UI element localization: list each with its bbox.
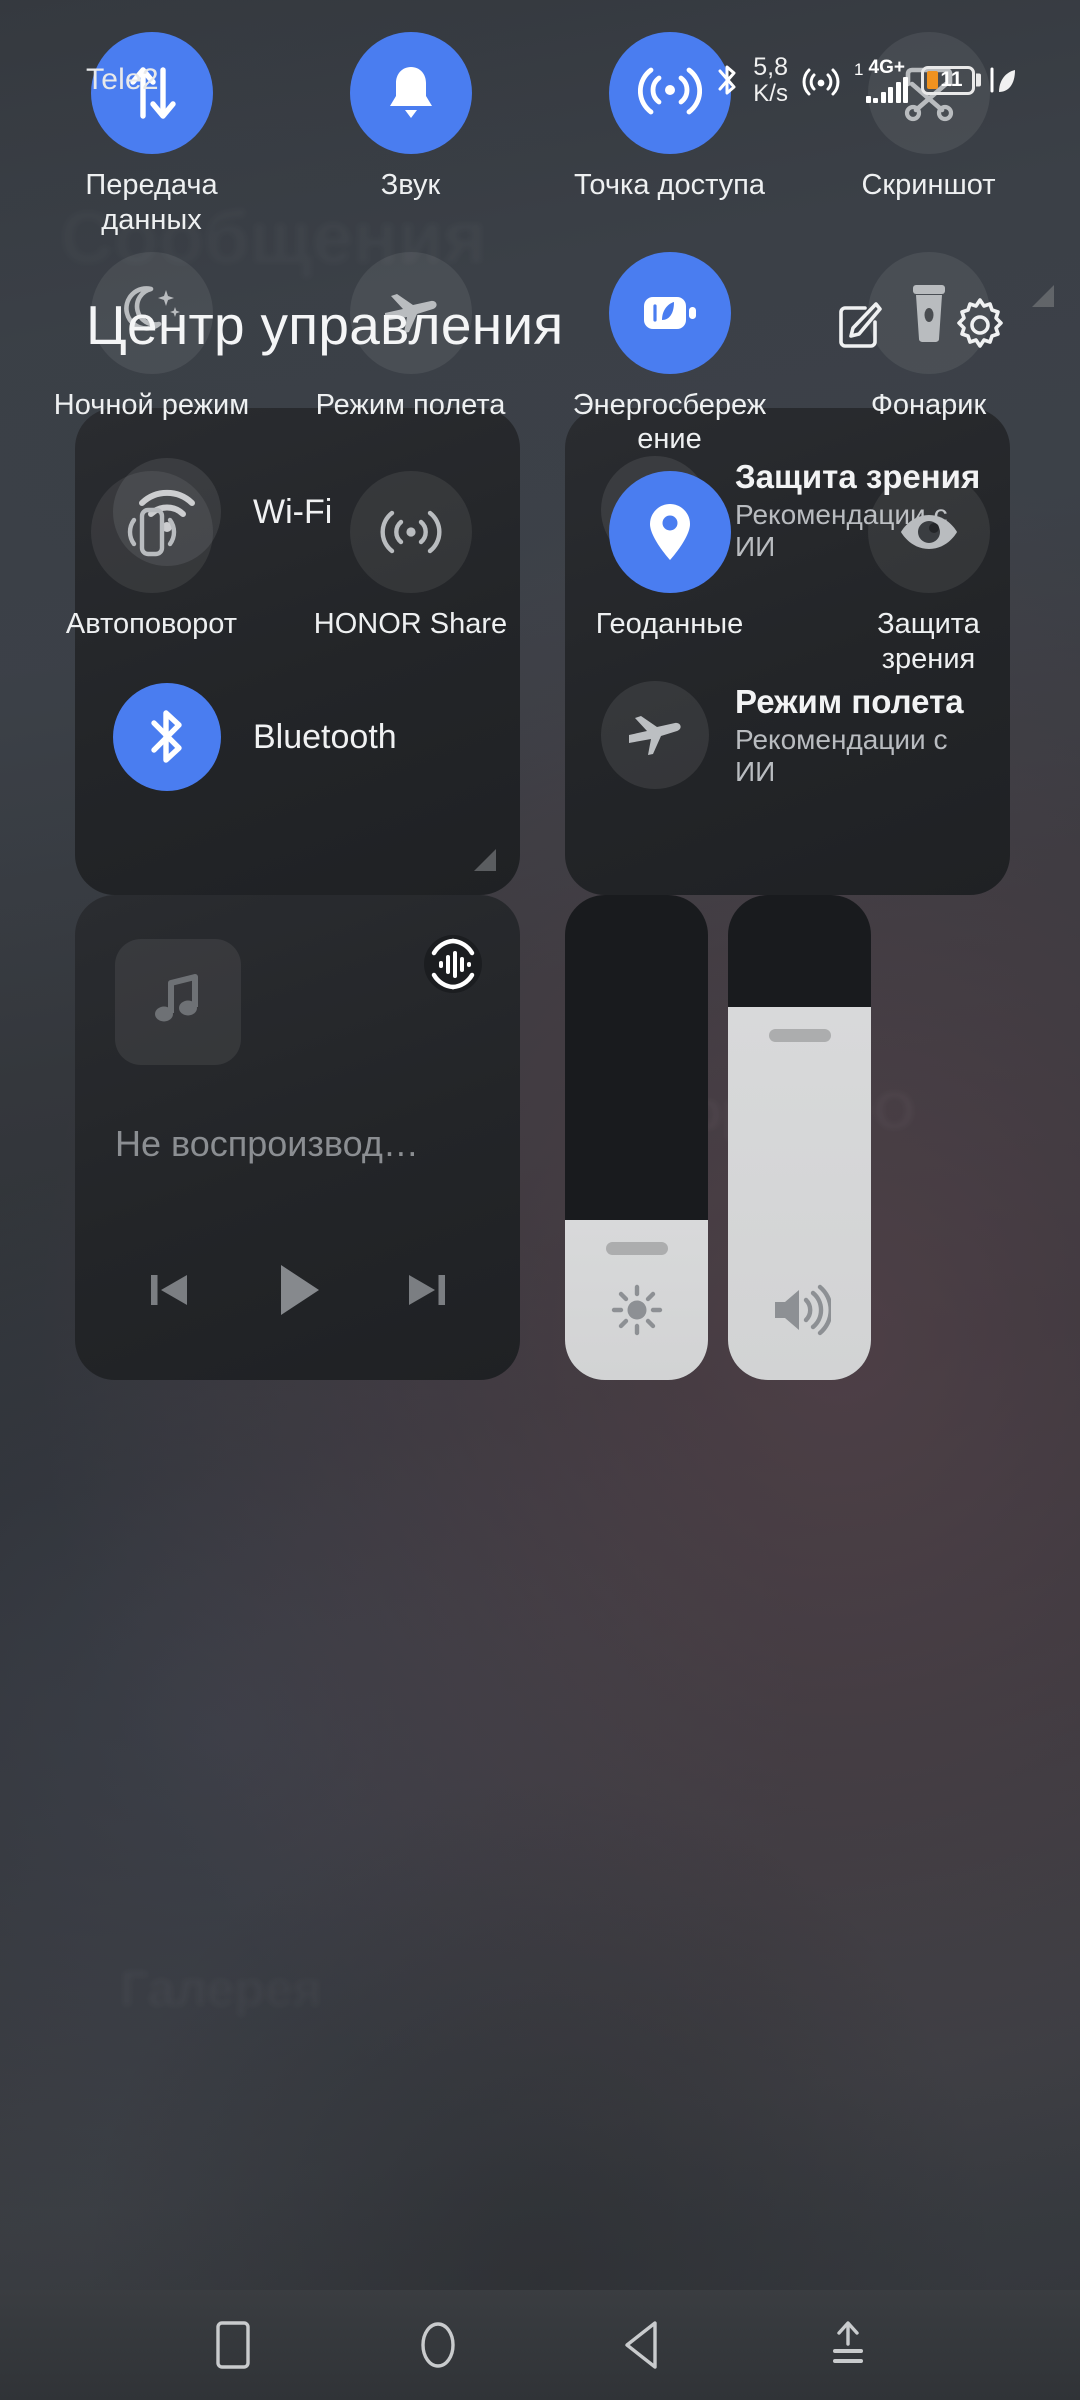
network-speed-indicator: 5,8 K/s <box>753 52 789 107</box>
skip-next-icon[interactable] <box>400 1263 454 1322</box>
carrier-label: Tele2 <box>86 63 159 96</box>
toggle-label: Автоповорот <box>65 608 238 641</box>
toggle-eye-comfort[interactable]: Защита зрения <box>799 471 1058 677</box>
system-navigation-bar <box>0 2290 1080 2400</box>
volume-slider-grip <box>768 1028 831 1042</box>
status-icons-group: 5,8 K/s 1 4G+ 11 <box>714 52 1018 107</box>
network-generation-label: 4G+ <box>868 56 905 78</box>
back-button[interactable] <box>600 2302 686 2388</box>
battery-level-label: 11 <box>940 68 963 91</box>
volume-icon <box>769 1282 831 1338</box>
eye-icon <box>867 471 990 594</box>
toggle-label: Звук <box>380 169 441 201</box>
bluetooth-icon <box>113 683 221 791</box>
bluetooth-label: Bluetooth <box>253 717 397 756</box>
network-speed-unit: K/s <box>753 79 788 107</box>
airplane-mode-toggle[interactable]: Режим полета Рекомендации с ИИ <box>601 681 991 789</box>
bluetooth-icon <box>714 61 740 99</box>
home-button[interactable] <box>395 2302 481 2388</box>
control-center-header: Центр управления <box>0 270 1080 380</box>
page-title: Центр управления <box>86 294 564 356</box>
expand-corner-indicator[interactable] <box>474 849 496 871</box>
toggle-label: Скриншот <box>861 169 996 201</box>
hotspot-icon <box>801 61 841 99</box>
edit-icon[interactable] <box>828 295 888 355</box>
media-player-card: Не воспроизвод… <box>75 895 520 1380</box>
hide-navbar-button[interactable] <box>805 2302 891 2388</box>
toggle-honor-share[interactable]: HONOR Share <box>281 471 540 677</box>
brightness-slider-fill <box>565 1219 708 1380</box>
brightness-slider[interactable] <box>565 895 708 1380</box>
airplane-mode-text: Режим полета Рекомендации с ИИ <box>735 683 991 787</box>
honor-share-icon <box>349 471 472 594</box>
audio-output-icon[interactable] <box>422 933 484 995</box>
play-icon[interactable] <box>261 1253 335 1332</box>
auto-rotate-icon <box>90 471 213 594</box>
toggle-label: Энергосбережение <box>572 388 767 456</box>
toggle-location[interactable]: Геоданные <box>540 471 799 677</box>
toggle-label: Передача данных <box>85 169 218 236</box>
bluetooth-toggle[interactable]: Bluetooth <box>113 683 397 791</box>
network-speed-value: 5,8 <box>753 52 789 81</box>
toggle-label: Ночной режим <box>53 388 250 421</box>
signal-indicator: 1 4G+ <box>854 58 908 103</box>
gear-icon[interactable] <box>950 295 1010 355</box>
toggle-label: Защита зрения <box>877 608 980 675</box>
wallpaper-ghost-text: Галерея <box>120 1960 322 2018</box>
toggle-label: HONOR Share <box>313 608 508 641</box>
status-bar: Tele2 5,8 K/s 1 4G+ 11 <box>0 0 1080 160</box>
location-pin-icon <box>608 471 731 594</box>
battery-icon: 11 <box>921 65 975 95</box>
airplane-mode-subtitle: Рекомендации с ИИ <box>735 724 948 787</box>
brightness-icon <box>609 1282 665 1338</box>
album-art-placeholder <box>115 939 241 1065</box>
brightness-slider-grip <box>605 1241 668 1255</box>
volume-slider-fill <box>728 1006 871 1380</box>
recents-button[interactable] <box>190 2302 276 2388</box>
toggle-label: Режим полета <box>315 388 506 421</box>
leaf-icon <box>988 63 1018 97</box>
airplane-mode-title: Режим полета <box>735 682 964 720</box>
media-controls <box>75 1253 520 1332</box>
signal-bars-icon <box>865 76 908 103</box>
skip-previous-icon[interactable] <box>142 1263 196 1322</box>
network-generation-group: 4G+ <box>865 56 908 103</box>
toggle-auto-rotate[interactable]: Автоповорот <box>22 471 281 677</box>
media-title: Не воспроизвод… <box>115 1123 419 1164</box>
header-actions <box>828 295 1010 355</box>
toggle-label: Фонарик <box>870 388 987 421</box>
toggle-label: Точка доступа <box>573 169 766 201</box>
sim-number-label: 1 <box>854 59 864 79</box>
airplane-icon <box>601 681 709 789</box>
music-note-icon <box>149 969 207 1036</box>
volume-slider[interactable] <box>728 895 871 1380</box>
toggle-label: Геоданные <box>595 608 744 641</box>
